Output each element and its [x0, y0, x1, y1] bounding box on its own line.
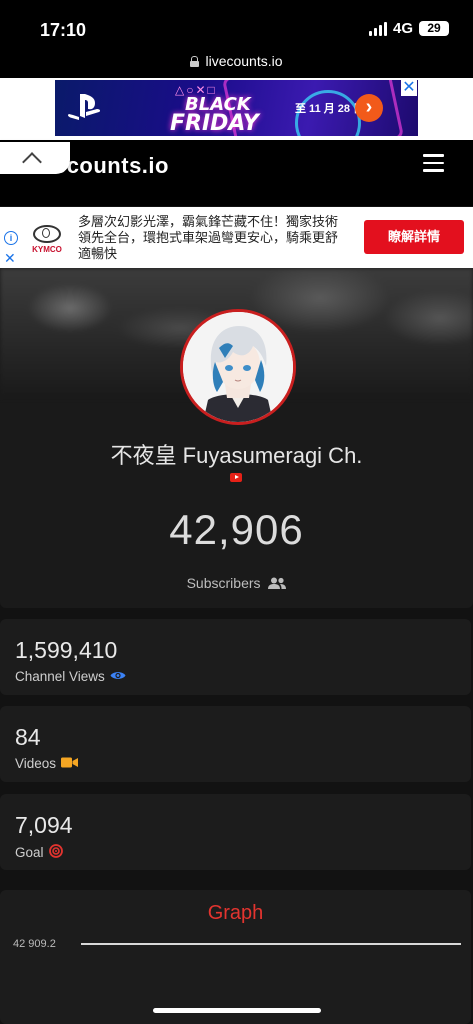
- stat-label: Goal: [15, 845, 44, 860]
- people-icon: [268, 576, 287, 592]
- address-bar[interactable]: livecounts.io: [0, 44, 473, 78]
- stat-label: Channel Views: [15, 669, 105, 684]
- graph-card: Graph 42 909.2: [0, 890, 471, 1024]
- signal-icon: [368, 21, 387, 36]
- subscriber-label: Subscribers: [186, 575, 261, 591]
- url-text: livecounts.io: [205, 53, 283, 69]
- graph-y-tick: 42 909.2: [13, 938, 56, 950]
- chevron-up-icon: [22, 152, 42, 172]
- stat-card-channel-views: 1,599,410 Channel Views: [0, 619, 471, 695]
- kymco-brand: KYMCO: [32, 245, 62, 254]
- subscriber-label-row: Subscribers: [0, 575, 473, 592]
- channel-name: 不夜皇 Fuyasumeragi Ch.: [110, 443, 363, 468]
- close-icon[interactable]: ✕: [401, 80, 417, 96]
- stat-label: Videos: [15, 756, 57, 771]
- site-header: livecounts.io: [0, 140, 473, 206]
- stat-value: 7,094: [15, 812, 73, 838]
- stat-card-videos: 84 Videos: [0, 706, 471, 782]
- graph-title: Graph: [207, 902, 264, 924]
- menu-button[interactable]: [423, 154, 444, 172]
- network-type: 4G: [392, 20, 413, 37]
- profile-card: 不夜皇 Fuyasumeragi Ch. 42,906 Subscribers: [0, 268, 473, 608]
- ad-arrow-button[interactable]: ›: [355, 94, 383, 122]
- stat-value: 84: [15, 724, 41, 750]
- eye-icon: [110, 669, 126, 684]
- stat-label-row: Channel Views: [15, 669, 126, 684]
- avatar: [180, 309, 296, 425]
- top-ad-banner: △○✕□ BLACK FRIDAY 至 11 月 28 日 › ✕: [0, 78, 473, 140]
- learn-more-button[interactable]: 瞭解詳情: [364, 220, 464, 254]
- playstation-logo-icon: [67, 92, 101, 122]
- ad-headline-2: FRIDAY: [170, 111, 259, 136]
- ad-date: 至 11 月 28 日: [295, 103, 365, 115]
- playstation-ad[interactable]: △○✕□ BLACK FRIDAY 至 11 月 28 日 ›: [55, 80, 418, 136]
- status-bar: 17:10 4G 29: [0, 0, 473, 44]
- subscriber-count: 42,906: [169, 506, 304, 553]
- stat-card-goal: 7,094 Goal: [0, 794, 471, 870]
- battery-icon: 29: [419, 21, 449, 36]
- collapse-ad-button[interactable]: [0, 142, 70, 174]
- kymco-logo: KYMCO: [28, 225, 66, 257]
- stat-value: 1,599,410: [15, 637, 118, 663]
- youtube-icon[interactable]: [230, 473, 242, 482]
- home-indicator[interactable]: [153, 1008, 321, 1013]
- graph-series-line: [81, 943, 461, 945]
- ad-copy: 多層次幻影光澤，霸氣鋒芒藏不住！獨家技術領先全台，環抱式車架過彎更安心，騎乘更舒…: [78, 214, 339, 261]
- video-camera-icon: [61, 756, 79, 771]
- status-indicators: 4G 29: [368, 20, 449, 37]
- target-icon: [48, 844, 63, 861]
- stat-label-row: Goal: [15, 844, 63, 861]
- stat-label-row: Videos: [15, 756, 79, 771]
- ad-info-icon[interactable]: i: [4, 231, 18, 245]
- status-time: 17:10: [40, 20, 87, 40]
- kymco-emblem-icon: [33, 225, 61, 243]
- close-icon[interactable]: ✕: [4, 251, 16, 265]
- lock-icon: [190, 55, 200, 67]
